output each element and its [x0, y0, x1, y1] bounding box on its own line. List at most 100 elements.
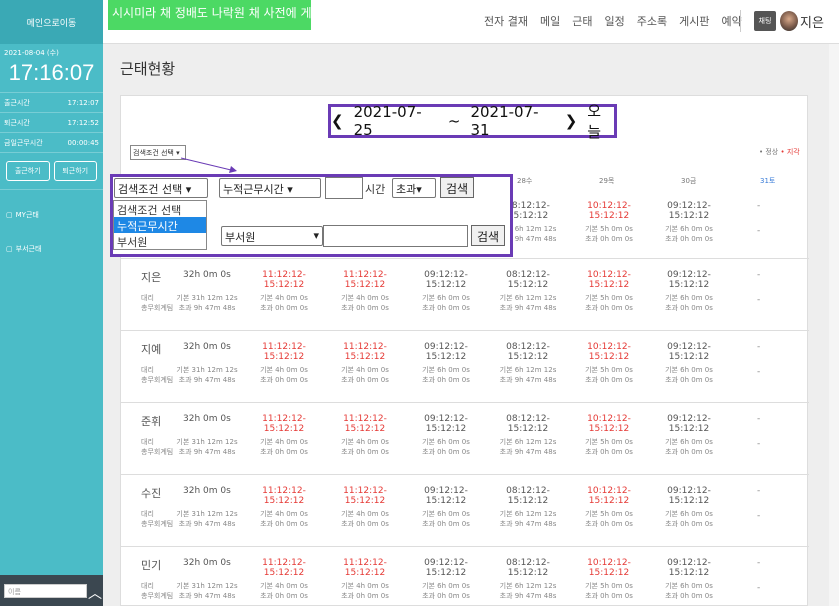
notice-marquee: 시시미라 채 정배도 나락원 채 사전에 게도	[108, 0, 311, 30]
sidebar-item-label: 부서근태	[15, 245, 42, 253]
chat-button[interactable]: 채팅	[754, 11, 776, 31]
column-header: 30금	[681, 177, 697, 185]
sidebar: 메인으로이동 2021-08-04 (수) 17:16:07 출근시간 17:12…	[0, 0, 103, 606]
member-search-input[interactable]	[323, 225, 468, 247]
empty-cell: -	[757, 201, 761, 211]
nav-approval[interactable]: 전자 결재	[484, 13, 528, 29]
today-button[interactable]: 오늘	[587, 100, 614, 142]
hours-input[interactable]	[325, 177, 363, 199]
time-cell: 09:12:12-15:12:12	[424, 270, 468, 290]
scrollbar[interactable]	[829, 44, 839, 606]
empty-cell: -	[757, 439, 761, 449]
avatar[interactable]	[780, 11, 798, 31]
sidebar-item-my-attendance[interactable]: ▢ MY근태	[0, 202, 103, 228]
hours-basic: 기본 31h 12m 12s	[176, 510, 238, 518]
hours-extra: 초과 0h 0m 0s	[422, 376, 470, 384]
time-cell: 09:12:12-15:12:12	[424, 342, 468, 362]
time-cell: 10:12:12-15:12:12	[587, 201, 631, 221]
hours-basic: 기본 31h 12m 12s	[176, 366, 238, 374]
search-button[interactable]: 검색	[440, 177, 475, 198]
time-cell: 11:12:12-15:12:12	[262, 270, 306, 290]
compare-select[interactable]: 초과▾	[392, 178, 436, 198]
member-name[interactable]: 지은	[141, 269, 161, 285]
nav-mail[interactable]: 메일	[540, 13, 560, 29]
nav-reservation[interactable]: 예약	[721, 13, 741, 29]
hours-basic: 기본 31h 12m 12s	[176, 582, 238, 590]
total-breakdown: 기본 31h 12m 12s 초과 9h 47m 48s	[167, 293, 247, 313]
hours-cell: 기본 6h 0m 0s 초과 0h 0m 0s	[406, 293, 486, 313]
table-row: 수진 32h 0m 0s 대리 총무회계팀 기본 31h 12m 12s 초과 9h 47…	[121, 474, 809, 546]
member-name[interactable]: 지예	[141, 341, 161, 357]
nav-attendance[interactable]: 근태	[572, 13, 592, 29]
attendance-card: ❮ 2021-07-25 ~ 2021-07-31 ❯ 오늘 • 정상 • 지각…	[110, 95, 809, 606]
condition-select-small[interactable]: 검색조건 선택 ▾	[130, 145, 186, 160]
hours-cell: 기본 4h 0m 0s 초과 0h 0m 0s	[325, 581, 405, 601]
empty-cell: -	[757, 583, 761, 593]
condition-select[interactable]: 검색조건 선택 ▾	[114, 178, 208, 198]
chevron-up-icon[interactable]: ︿	[88, 583, 102, 603]
name-search-input[interactable]: 이름	[4, 584, 87, 598]
time-type-select[interactable]: 누적근무시간 ▾	[219, 178, 321, 198]
hours-extra: 초과 9h 47m 48s	[178, 304, 236, 312]
checkin-time-value: 17:12:07	[67, 98, 99, 107]
filter-panel: 검색조건 선택 ▾ 검색조건 선택 누적근무시간 부서원 누적근무시간 ▾ 시간…	[110, 174, 513, 257]
member-select[interactable]: 부서원 ▾	[221, 226, 323, 246]
dropdown-option[interactable]: 누적근무시간	[114, 217, 206, 233]
hours-extra: 초과 0h 0m 0s	[585, 304, 633, 312]
nav-board[interactable]: 게시판	[679, 13, 709, 29]
hours-cell: 기본 5h 0m 0s 초과 0h 0m 0s	[569, 437, 649, 457]
time-cell: 11:12:12-15:12:12	[343, 558, 387, 578]
dropdown-option[interactable]: 검색조건 선택	[114, 201, 206, 217]
hours-cell: 기본 6h 0m 0s 초과 0h 0m 0s	[649, 437, 729, 457]
hours-cell: 기본 4h 0m 0s 초과 0h 0m 0s	[244, 365, 324, 385]
member-name[interactable]: 준휘	[141, 413, 161, 429]
time-cell: 09:12:12-15:12:12	[667, 558, 711, 578]
week-navigator: ❮ 2021-07-25 ~ 2021-07-31 ❯ 오늘	[328, 102, 617, 141]
time-cell: 09:12:12-15:12:12	[667, 270, 711, 290]
sidebar-item-label: MY근태	[15, 211, 39, 219]
hours-extra: 초과 0h 0m 0s	[665, 448, 713, 456]
hours-basic: 기본 5h 0m 0s	[585, 225, 633, 233]
chevron-down-icon: ▾	[185, 183, 192, 196]
search-button-2[interactable]: 검색	[471, 225, 506, 246]
main-link[interactable]: 메인으로이동	[0, 0, 103, 44]
hours-cell: 기본 6h 0m 0s 초과 0h 0m 0s	[649, 293, 729, 313]
work-time: 금일근무시간 00:00:45	[0, 132, 103, 152]
sidebar-item-dept-attendance[interactable]: ▢ 부서근태	[0, 236, 103, 262]
time-cell: 08:12:12-15:12:12	[506, 486, 550, 506]
member-name[interactable]: 수진	[141, 485, 161, 501]
calendar-icon: ▢	[6, 245, 13, 253]
user-name[interactable]: 지은	[800, 12, 824, 31]
empty-cell: -	[757, 367, 761, 377]
main-link-label: 메인으로이동	[26, 18, 77, 29]
hours-extra: 초과 0h 0m 0s	[665, 592, 713, 600]
nav-addressbook[interactable]: 주소록	[637, 13, 667, 29]
hours-basic: 기본 4h 0m 0s	[341, 294, 389, 302]
checkout-time-value: 17:12:52	[67, 118, 99, 127]
hours-cell: 기본 6h 0m 0s 초과 0h 0m 0s	[406, 581, 486, 601]
hours-extra: 초과 0h 0m 0s	[341, 592, 389, 600]
member-name[interactable]: 민기	[141, 557, 161, 573]
checkin-button[interactable]: 출근하기	[6, 161, 50, 181]
time-cell: 09:12:12-15:12:12	[424, 486, 468, 506]
hours-basic: 기본 6h 12m 12s	[499, 366, 557, 374]
checkout-button[interactable]: 퇴근하기	[53, 161, 97, 181]
nav-divider	[740, 10, 741, 32]
status-legend: • 정상 • 지각	[759, 147, 800, 157]
chevron-left-icon[interactable]: ❮	[331, 112, 344, 130]
hours-basic: 기본 4h 0m 0s	[341, 366, 389, 374]
hours-basic: 기본 4h 0m 0s	[260, 582, 308, 590]
hours-basic: 기본 5h 0m 0s	[585, 438, 633, 446]
hours-extra: 초과 0h 0m 0s	[422, 520, 470, 528]
hours-basic: 기본 6h 0m 0s	[665, 510, 713, 518]
nav-schedule[interactable]: 일정	[604, 13, 624, 29]
time-cell: 11:12:12-15:12:12	[343, 342, 387, 362]
dropdown-option[interactable]: 부서원	[114, 233, 206, 249]
hours-cell: 기본 4h 0m 0s 초과 0h 0m 0s	[325, 365, 405, 385]
total-breakdown: 기본 31h 12m 12s 초과 9h 47m 48s	[167, 509, 247, 529]
hours-cell: 기본 6h 0m 0s 초과 0h 0m 0s	[649, 365, 729, 385]
total-breakdown: 기본 31h 12m 12s 초과 9h 47m 48s	[167, 365, 247, 385]
time-cell: 09:12:12-15:12:12	[424, 558, 468, 578]
chevron-right-icon[interactable]: ❯	[565, 112, 578, 130]
column-header: 29목	[599, 177, 615, 185]
